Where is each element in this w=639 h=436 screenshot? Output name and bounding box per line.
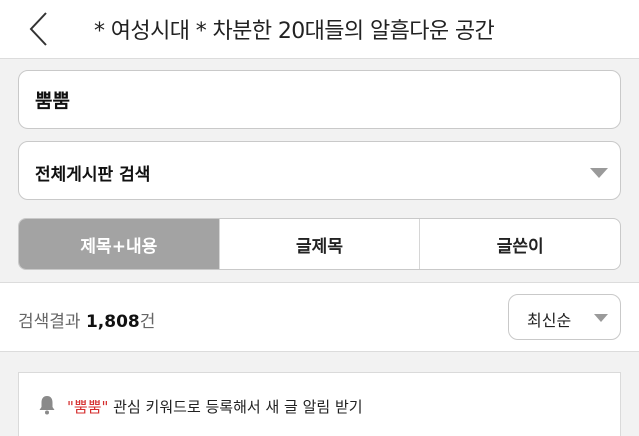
search-field[interactable] (18, 70, 621, 129)
search-scope-tabs: 제목+내용 글제목 글쓴이 (18, 218, 621, 270)
tab-title[interactable]: 글제목 (218, 219, 420, 269)
keyword-alert-text: "뿜뿜" 관심 키워드로 등록해서 새 글 알림 받기 (67, 396, 363, 417)
app-header: * 여성시대 * 차분한 20대들의 알흠다운 공간 (0, 0, 639, 59)
bell-icon (39, 396, 55, 415)
tab-title-content[interactable]: 제목+내용 (19, 219, 219, 269)
board-select-label: 전체게시판 검색 (35, 165, 151, 185)
dropdown-arrow-icon (594, 314, 608, 322)
result-count: 1,808 (85, 312, 140, 332)
result-unit: 건 (139, 312, 156, 332)
sort-dropdown[interactable]: 최신순 (508, 294, 621, 340)
dropdown-arrow-icon (590, 168, 608, 178)
keyword-alert-banner[interactable]: "뿜뿜" 관심 키워드로 등록해서 새 글 알림 받기 (18, 372, 621, 436)
tab-author[interactable]: 글쓴이 (419, 219, 620, 269)
board-select[interactable]: 전체게시판 검색 (18, 141, 621, 200)
page-title: * 여성시대 * 차분한 20대들의 알흠다운 공간 (94, 19, 495, 44)
result-bar: 검색결과 1,808건 최신순 (0, 282, 639, 352)
back-button[interactable] (24, 9, 64, 49)
result-count-label: 검색결과 1,808건 (18, 307, 155, 332)
search-input[interactable] (35, 71, 595, 128)
search-panel: 전체게시판 검색 제목+내용 글제목 글쓴이 (0, 60, 639, 282)
chevron-left-icon (29, 12, 47, 46)
sort-label: 최신순 (527, 311, 572, 330)
result-label-text: 검색결과 (18, 312, 81, 332)
keyword-highlight: "뿜뿜" (67, 398, 109, 416)
keyword-alert-message: 관심 키워드로 등록해서 새 글 알림 받기 (108, 398, 363, 416)
